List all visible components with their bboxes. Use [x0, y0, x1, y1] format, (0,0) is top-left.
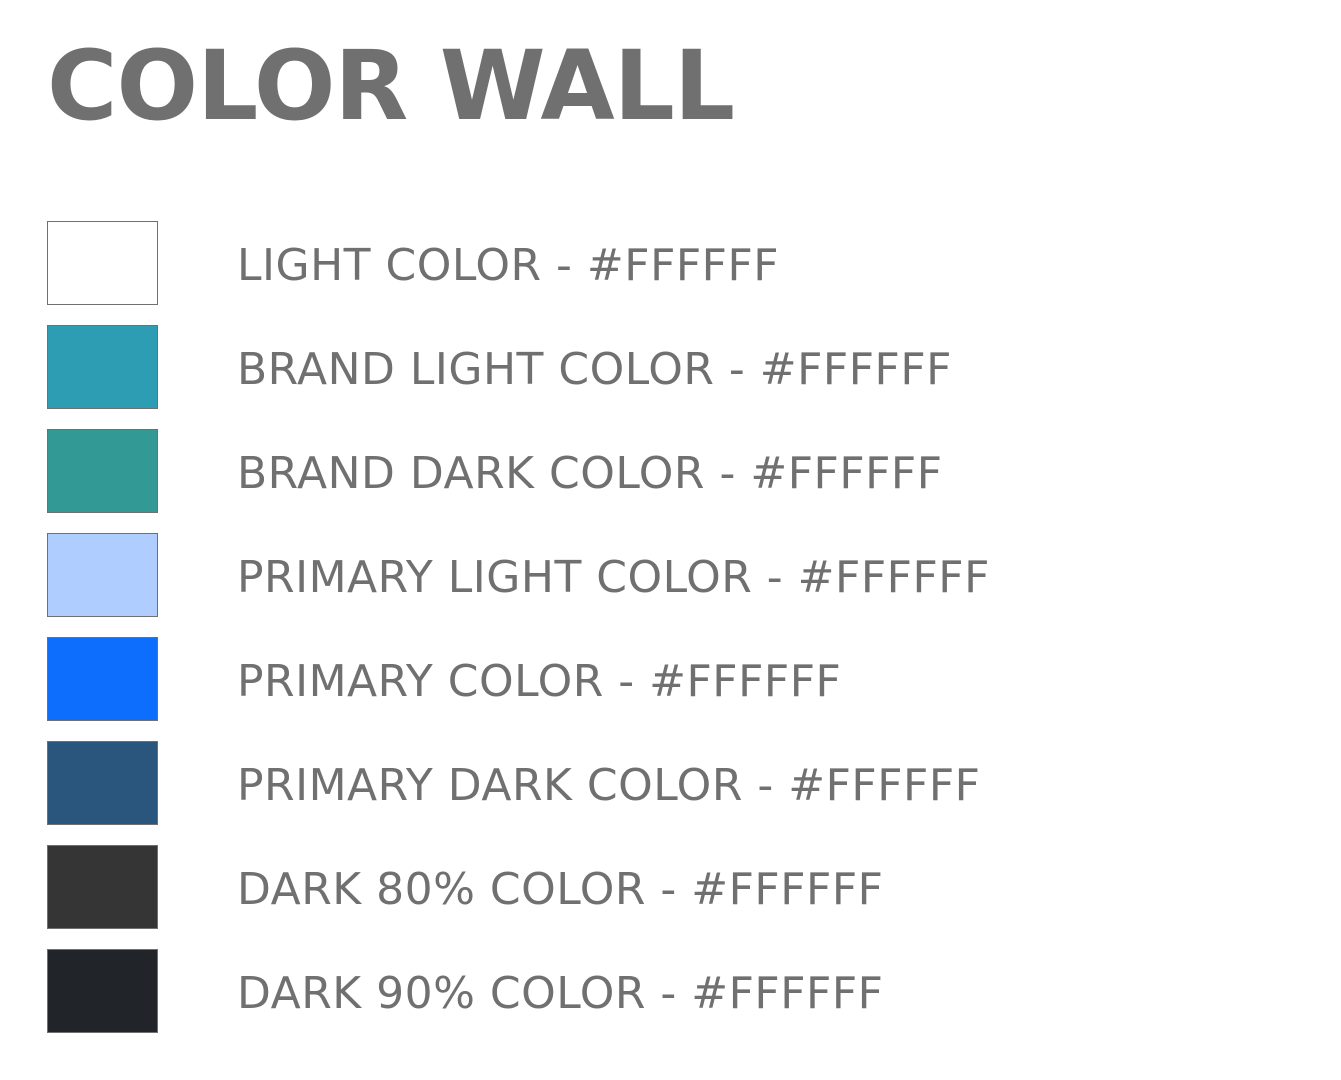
color-swatch: [47, 741, 158, 825]
swatch-label: PRIMARY DARK COLOR - #FFFFFF: [237, 760, 981, 811]
page-title: COLOR WALL: [47, 30, 735, 142]
swatch-label: LIGHT COLOR - #FFFFFF: [237, 240, 780, 291]
swatch-label: PRIMARY COLOR - #FFFFFF: [237, 656, 842, 707]
color-swatch: [47, 429, 158, 513]
swatch-label: BRAND LIGHT COLOR - #FFFFFF: [237, 344, 952, 395]
swatch-row-primary: PRIMARY COLOR - #FFFFFF: [47, 637, 990, 721]
swatch-row-dark-90: DARK 90% COLOR - #FFFFFF: [47, 949, 990, 1033]
swatch-row-primary-light: PRIMARY LIGHT COLOR - #FFFFFF: [47, 533, 990, 617]
color-wall-page: COLOR WALL LIGHT COLOR - #FFFFFF BRAND L…: [0, 0, 1341, 1080]
swatch-label: PRIMARY LIGHT COLOR - #FFFFFF: [237, 552, 990, 603]
swatch-row-brand-dark: BRAND DARK COLOR - #FFFFFF: [47, 429, 990, 513]
swatch-label: DARK 90% COLOR - #FFFFFF: [237, 968, 884, 1019]
swatch-row-dark-80: DARK 80% COLOR - #FFFFFF: [47, 845, 990, 929]
swatch-label: BRAND DARK COLOR - #FFFFFF: [237, 448, 943, 499]
swatch-label: DARK 80% COLOR - #FFFFFF: [237, 864, 884, 915]
swatch-row-primary-dark: PRIMARY DARK COLOR - #FFFFFF: [47, 741, 990, 825]
color-swatch: [47, 533, 158, 617]
color-swatch: [47, 221, 158, 305]
color-swatch: [47, 637, 158, 721]
color-swatch: [47, 845, 158, 929]
swatch-row-brand-light: BRAND LIGHT COLOR - #FFFFFF: [47, 325, 990, 409]
swatch-list: LIGHT COLOR - #FFFFFF BRAND LIGHT COLOR …: [47, 221, 990, 1053]
color-swatch: [47, 949, 158, 1033]
swatch-row-light: LIGHT COLOR - #FFFFFF: [47, 221, 990, 305]
color-swatch: [47, 325, 158, 409]
